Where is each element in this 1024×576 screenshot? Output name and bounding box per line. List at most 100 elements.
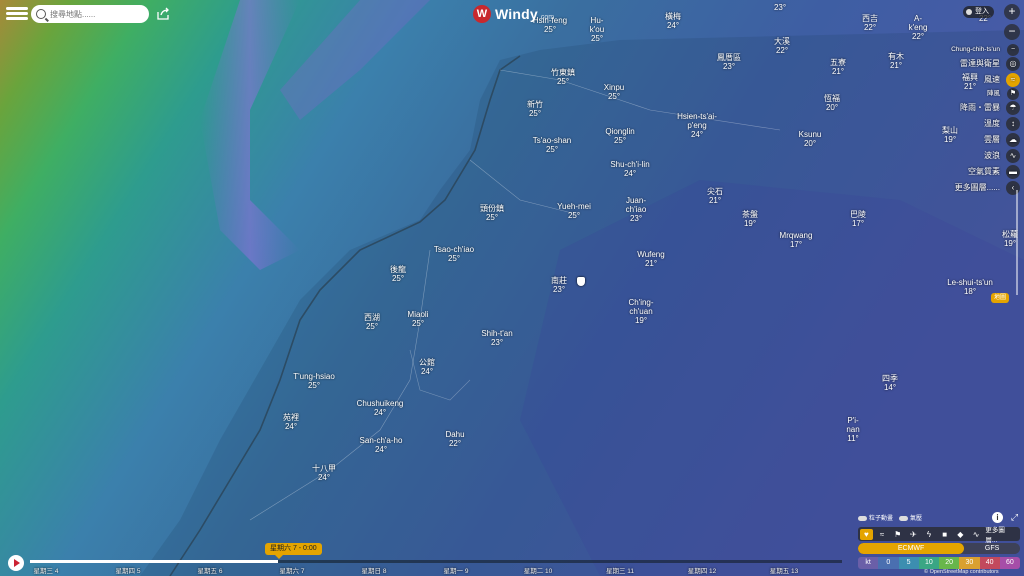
map-badge[interactable]: 地圖 — [991, 293, 1010, 303]
place-label[interactable]: Dahu 22° — [445, 430, 464, 448]
timeline-day-label[interactable]: 星期一 9 — [444, 565, 469, 575]
place-label[interactable]: Juan-ch'iao 23° — [626, 196, 647, 223]
place-label[interactable]: 西吉 22° — [862, 14, 878, 32]
layer-item[interactable]: 降雨・雷暴 ☂ — [930, 100, 1020, 116]
place-name: Juan- — [625, 196, 646, 205]
search-box[interactable] — [31, 5, 149, 23]
weather-map[interactable]: Hu-k'ou 25° Hsin-feng 25° 橫梅 24° 23° 西吉 22° A-k'e… — [0, 0, 1024, 576]
play-button[interactable] — [8, 555, 24, 571]
place-label[interactable]: San-ch'a-ho 24° — [360, 436, 403, 454]
share-icon[interactable] — [156, 7, 170, 20]
place-label[interactable]: 苑裡 24° — [283, 413, 299, 431]
more-layers-link[interactable]: 更多圖層... — [985, 524, 1018, 544]
place-label[interactable]: 公館 24° — [419, 358, 435, 376]
place-label[interactable]: 南莊 23° — [551, 276, 567, 294]
place-label[interactable]: 五寮 21° — [830, 58, 846, 76]
fullscreen-icon[interactable]: ⤢ — [1009, 512, 1020, 523]
thunder-icon[interactable]: ϟ — [923, 529, 936, 540]
timeline-day-label[interactable]: 星期二 10 — [524, 565, 553, 575]
place-label[interactable]: 後龍 25° — [390, 265, 406, 283]
place-label[interactable]: 大溪 22° — [774, 37, 790, 55]
timeline-day-label[interactable]: 星期日 8 — [362, 565, 387, 575]
place-label[interactable]: Miaoli 25° — [408, 310, 429, 328]
map-attribution[interactable]: © OpenStreetMap contributors — [924, 569, 999, 575]
legend-value: 60 — [999, 557, 1020, 569]
model-gfs-button[interactable]: GFS — [964, 543, 1020, 554]
place-label[interactable]: Mrqwang 17° — [780, 231, 813, 249]
layer-scrollbar[interactable] — [1016, 190, 1018, 295]
place-label[interactable]: Shih-t'an 23° — [481, 329, 512, 347]
place-temperature: 21° — [708, 196, 722, 205]
place-label[interactable]: 鳳厝區 23° — [717, 53, 741, 71]
timeline-bar[interactable] — [30, 560, 842, 563]
place-label[interactable]: 尖石 21° — [707, 187, 723, 205]
timeline-day-label[interactable]: 星期五 6 — [198, 565, 223, 575]
favorite-icon[interactable]: ♥ — [860, 528, 873, 540]
place-label[interactable]: 有木 21° — [888, 52, 904, 70]
wind-icon[interactable]: ≈ — [876, 529, 889, 540]
timeline-day-label[interactable]: 星期四 12 — [688, 565, 717, 575]
place-label[interactable]: 橫梅 24° — [665, 12, 681, 30]
timeline-day-label[interactable]: 星期三 4 — [34, 565, 59, 575]
place-temperature: 25° — [613, 136, 627, 145]
place-label[interactable]: 頭份鎮 25° — [480, 204, 504, 222]
place-label[interactable]: 竹東鎮 25° — [551, 68, 575, 86]
place-label[interactable]: Le-shui-ts'un 18° — [947, 278, 993, 296]
place-label[interactable]: 23° — [774, 3, 786, 12]
zoom-out-button[interactable]: − — [1004, 24, 1020, 40]
place-temperature: 25° — [590, 34, 604, 43]
place-label[interactable]: 四季 14° — [882, 374, 898, 392]
place-label[interactable]: 十八甲 24° — [312, 464, 336, 482]
place-label[interactable]: Shu-ch'i-lin 24° — [610, 160, 649, 178]
place-label[interactable]: Xinpu 25° — [604, 83, 624, 101]
layer-item[interactable]: 雷達與衛星 ◎ — [930, 56, 1020, 72]
kite-icon[interactable]: ◆ — [954, 529, 967, 540]
webcam-icon[interactable]: ■ — [938, 529, 951, 540]
layer-item[interactable]: 溫度 ↕ — [930, 116, 1020, 132]
flight-icon[interactable]: ✈ — [907, 529, 920, 540]
place-label[interactable]: 茶盤 19° — [742, 210, 758, 228]
surf-icon[interactable]: ∿ — [970, 529, 983, 540]
login-button[interactable]: 登入 — [963, 6, 994, 18]
place-label[interactable]: Hu-k'ou 25° — [590, 16, 604, 43]
timeline-day-label[interactable]: 星期四 5 — [116, 565, 141, 575]
layer-item[interactable]: 空氣質素 ▬ — [930, 164, 1020, 180]
place-label[interactable]: Tsao-ch'iao 25° — [434, 245, 474, 263]
place-label[interactable]: Qionglin 25° — [605, 127, 634, 145]
layer-item[interactable]: 波浪 ∿ — [930, 148, 1020, 164]
place-label[interactable]: Wufeng 21° — [637, 250, 664, 268]
place-label[interactable]: 新竹 25° — [527, 100, 543, 118]
zoom-in-button[interactable]: + — [1004, 4, 1020, 20]
pressure-toggle[interactable]: 氣壓 — [899, 513, 922, 522]
menu-button[interactable] — [6, 5, 28, 25]
timeline-tooltip[interactable]: 星期六 7 - 0:00 — [265, 543, 322, 559]
place-label[interactable]: Chushuikeng 24° — [357, 399, 404, 417]
layer-item[interactable]: Chung-chih-ts'un − — [930, 44, 1020, 56]
place-label[interactable]: Ts'ao-shan 25° — [533, 136, 571, 154]
model-ecmwf-button[interactable]: ECMWF — [858, 543, 965, 554]
place-label[interactable]: 西湖 25° — [364, 313, 380, 331]
particles-toggle[interactable]: 粒子動畫 — [858, 513, 893, 522]
timeline-day-label[interactable]: 星期三 11 — [606, 565, 634, 575]
place-label[interactable]: P'i-nan 11° — [846, 416, 859, 443]
layer-label: 風速 — [984, 75, 1000, 84]
place-label[interactable]: 巴陵 17° — [850, 210, 866, 228]
place-label[interactable]: Yueh-mei 25° — [557, 202, 591, 220]
place-label[interactable]: T'ung-hsiao 25° — [293, 372, 335, 390]
place-label[interactable]: Ch'ing-ch'uan 19° — [628, 298, 653, 325]
timeline-day-label[interactable]: 星期五 13 — [770, 565, 799, 575]
layer-item[interactable]: 陣風 ⚑ — [930, 88, 1020, 100]
info-button[interactable]: i — [992, 512, 1003, 523]
flag-icon[interactable]: ⚑ — [891, 529, 904, 540]
layer-item[interactable]: 更多圖層...... ‹ — [930, 180, 1020, 196]
place-label[interactable]: Ksunu 20° — [799, 130, 822, 148]
windy-logo[interactable]: W Windy .com — [473, 5, 554, 23]
timeline-day-label[interactable]: 星期六 7 — [280, 565, 305, 575]
search-input[interactable] — [50, 9, 146, 19]
place-label[interactable]: Hsien-ts'ai-p'eng 24° — [677, 112, 717, 139]
place-label[interactable]: A-k'eng 22° — [909, 14, 928, 41]
layer-item[interactable]: 雲層 ☁ — [930, 132, 1020, 148]
layer-item[interactable]: 風速 ≈ — [930, 72, 1020, 88]
logo-suffix: .com — [538, 13, 555, 21]
place-label[interactable]: 恆福 20° — [824, 94, 840, 112]
